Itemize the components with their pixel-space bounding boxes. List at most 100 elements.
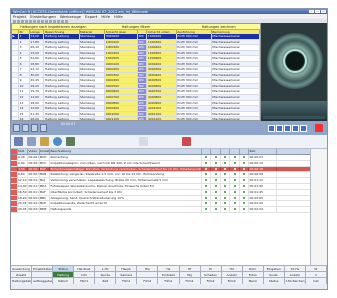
row-indicator: [12, 67, 20, 72]
column-header[interactable]: [240, 149, 249, 154]
status-dot: [205, 179, 207, 182]
video-time-cell: 00:00:03: [28, 155, 40, 160]
status-cell[interactable]: Zeit: [95, 278, 117, 284]
table-cell: 9: [19, 78, 30, 83]
table-cell: Steinzeug: [80, 111, 106, 117]
code-cell: BDB: [40, 207, 50, 212]
status-cell[interactable]: Film1: [74, 278, 96, 284]
table-cell: Mischwasserkanal: [212, 95, 260, 100]
print-icon[interactable]: [66, 137, 75, 146]
table-cell: 1000600: [147, 56, 177, 61]
table-cell: Profil 300 mm: [177, 39, 212, 45]
table-cell: Haltung Leitung: [44, 45, 80, 50]
status-dot-cell: [230, 166, 240, 172]
column-header[interactable]: Zeit: [249, 149, 277, 154]
status-cell[interactable]: Haltungsdaten: [11, 278, 33, 284]
table-cell: 30,00: [30, 72, 45, 78]
close-button[interactable]: [321, 9, 326, 14]
delete-icon[interactable]: [182, 137, 191, 146]
table-cell: Steinzeug: [80, 89, 106, 95]
table-cell: Mischwasserkanal: [212, 78, 260, 83]
column-header[interactable]: [211, 149, 221, 154]
play-button[interactable]: [284, 124, 291, 132]
status-dot-cell: [202, 189, 211, 195]
table-cell: Haltung Leitung: [44, 100, 80, 106]
video-panel[interactable]: [261, 23, 327, 121]
code-cell: BAF: [40, 189, 50, 195]
column-header[interactable]: Kürzel: [40, 149, 50, 154]
status-dot: [243, 202, 245, 205]
status-dot-cell: [240, 160, 249, 166]
status-dot-cell: [211, 178, 221, 183]
code-cell: BAB: [40, 172, 50, 178]
video-time-cell: 00:02:20: [28, 201, 40, 207]
observation-row[interactable]: 20,4500:02:24BDBHaltungsende00:02:24: [11, 207, 327, 213]
table-cell: Haltung Leitung: [44, 89, 80, 95]
minimize-button[interactable]: [309, 9, 314, 14]
table-cell: Steinzeug: [80, 83, 106, 89]
globe-icon[interactable]: [53, 137, 62, 146]
snapshot-button[interactable]: [31, 124, 38, 132]
grid-icon[interactable]: [14, 137, 23, 146]
status-cell[interactable]: Film1: [137, 278, 159, 284]
table-cell: 4000700: [147, 89, 177, 95]
table-cell: DN: [138, 45, 148, 50]
table-cell: 4000600: [147, 83, 177, 89]
status-cell[interactable]: 150 Zeichen: [285, 278, 306, 284]
column-header[interactable]: Stat.: [18, 149, 28, 154]
table-cell: 4000400: [147, 72, 177, 78]
video-seekbar[interactable]: [261, 101, 327, 121]
status-cell[interactable]: Film2: [222, 278, 243, 284]
status-cell[interactable]: Status: [264, 278, 285, 284]
status-dot: [233, 208, 236, 211]
column-header[interactable]: [230, 149, 240, 154]
status-cell[interactable]: Film1: [158, 278, 180, 284]
chart-icon[interactable]: [139, 137, 148, 146]
status-dot: [205, 167, 207, 170]
table-cell: Mischwasserkanal: [212, 83, 260, 89]
group-label: Haltungen zeichnen: [201, 24, 236, 29]
status-cell[interactable]: Auftraggeber: [32, 278, 54, 284]
column-header[interactable]: Beschreibung: [50, 149, 202, 154]
row-indicator: [12, 50, 20, 56]
status-cell[interactable]: Menü: [243, 278, 264, 284]
status-dot: [205, 156, 207, 158]
maximize-button[interactable]: [315, 9, 320, 14]
next-frame-button[interactable]: [292, 124, 299, 132]
status-dot: [214, 161, 217, 164]
table-cell: Mischwasserkanal: [212, 100, 260, 106]
column-header[interactable]: Video: [28, 149, 40, 154]
description-cell: Haltungsende: [50, 207, 202, 212]
table-cell: Steinzeug: [80, 56, 106, 61]
status-cell[interactable]: Film1: [116, 278, 138, 284]
stop-button[interactable]: [22, 124, 29, 132]
camera-button[interactable]: [40, 124, 47, 132]
status-dot: [224, 179, 226, 182]
first-frame-button[interactable]: [268, 124, 275, 132]
folder-icon[interactable]: [40, 137, 49, 146]
status-dot: [214, 208, 217, 211]
table-cell: 14: [19, 106, 30, 111]
column-header[interactable]: [202, 149, 211, 154]
column-header[interactable]: [221, 149, 230, 154]
table-cell: 22,60: [30, 56, 45, 61]
list-icon[interactable]: [27, 137, 36, 146]
last-frame-button[interactable]: [300, 124, 307, 132]
table-cell: 14,00: [30, 34, 45, 39]
status-cell[interactable]: Film2: [201, 278, 222, 284]
status-cell[interactable]: Inst: [306, 278, 327, 284]
prev-frame-button[interactable]: [276, 124, 283, 132]
table-cell: 4000700: [105, 95, 139, 100]
description-cell: Fotobeispiel: Wurzeleinwuchs, Kleiner An…: [50, 183, 202, 189]
record-button[interactable]: [13, 124, 20, 132]
status-cell[interactable]: Datum: [53, 278, 75, 284]
table-cell: 1000100: [147, 34, 177, 39]
table-cell: DN: [138, 111, 148, 117]
status-cell[interactable]: Film1: [180, 278, 201, 284]
status-dot-cell: [211, 195, 221, 201]
table-cell: 18,80: [30, 61, 45, 67]
table-cell: 24,10: [30, 67, 45, 72]
table-cell: 4000600: [105, 89, 139, 95]
video-time-cell: 00:02:24: [28, 207, 40, 212]
status-dot-cell: [240, 178, 249, 183]
